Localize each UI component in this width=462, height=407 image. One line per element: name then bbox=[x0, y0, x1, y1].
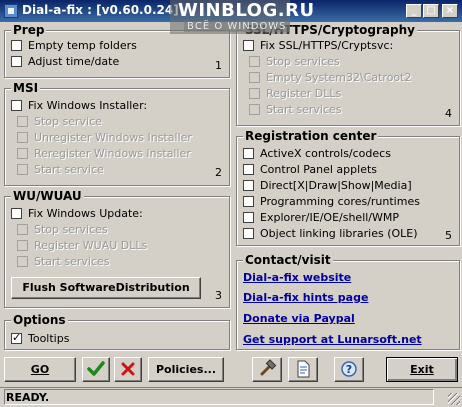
wu-register-dlls-option[interactable]: Register WUAU DLLs bbox=[17, 239, 147, 252]
log-button[interactable] bbox=[288, 357, 318, 382]
status-bar: READY. bbox=[0, 387, 462, 407]
msi-start-service-option[interactable]: Start service bbox=[17, 163, 104, 176]
ssl-group: SSL/HTTPS/Cryptography Fix SSL/HTTPS/Cry… bbox=[236, 23, 460, 126]
checkbox[interactable] bbox=[11, 40, 22, 51]
tools-button[interactable] bbox=[252, 357, 282, 382]
uncheck-all-button[interactable] bbox=[114, 357, 142, 382]
wu-title: WU/WUAU bbox=[11, 189, 84, 203]
ssl-empty-catroot2-option[interactable]: Empty System32\Catroot2 bbox=[249, 71, 411, 84]
support-link[interactable]: Get support at Lunarsoft.net bbox=[243, 333, 422, 346]
checkbox[interactable] bbox=[249, 88, 260, 99]
check-all-button[interactable] bbox=[82, 357, 110, 382]
fix-windows-update-option[interactable]: Fix Windows Update: bbox=[11, 207, 143, 220]
checkbox[interactable] bbox=[11, 208, 22, 219]
donate-paypal-link[interactable]: Donate via Paypal bbox=[243, 312, 355, 325]
checkbox[interactable] bbox=[249, 104, 260, 115]
exit-button[interactable]: Exit bbox=[386, 357, 458, 382]
hammer-icon bbox=[260, 359, 277, 376]
explorer-ie-option[interactable]: Explorer/IE/OE/shell/WMP bbox=[243, 211, 399, 224]
wu-group: WU/WUAU Fix Windows Update: Stop service… bbox=[4, 189, 230, 308]
checkbox[interactable] bbox=[243, 148, 254, 159]
tooltips-option[interactable]: Tooltips bbox=[11, 331, 69, 345]
status-text: READY. bbox=[6, 391, 50, 404]
msi-unregister-option[interactable]: Unregister Windows Installer bbox=[17, 131, 192, 144]
watermark-subtitle: ВСЁ О WINDOWS bbox=[184, 21, 290, 32]
empty-temp-folders-option[interactable]: Empty temp folders bbox=[11, 39, 137, 52]
title-bar[interactable]: Dial-a-fix : [v0.60.0.24] WINBLOG.RU ВСЁ… bbox=[0, 0, 462, 34]
flush-softwaredistribution-button[interactable]: Flush SoftwareDistribution bbox=[11, 277, 201, 299]
svg-text:?: ? bbox=[346, 363, 352, 376]
checkbox[interactable] bbox=[11, 100, 22, 111]
ole-option[interactable]: Object linking libraries (OLE) bbox=[243, 227, 418, 240]
ssl-start-services-option[interactable]: Start services bbox=[249, 103, 342, 116]
msi-group: MSI Fix Windows Installer: Stop service … bbox=[4, 81, 230, 186]
document-icon bbox=[297, 360, 310, 378]
help-icon: ? bbox=[341, 361, 357, 377]
checkbox[interactable] bbox=[243, 40, 254, 51]
help-button[interactable]: ? bbox=[334, 357, 364, 382]
checkbox[interactable] bbox=[243, 196, 254, 207]
contact-title: Contact/visit bbox=[243, 253, 333, 267]
website-link[interactable]: Dial-a-fix website bbox=[243, 271, 351, 284]
msi-number: 2 bbox=[215, 166, 222, 179]
maximize-button[interactable]: □ bbox=[423, 4, 439, 18]
directx-option[interactable]: Direct[X|Draw|Show|Media] bbox=[243, 179, 412, 192]
fix-windows-installer-option[interactable]: Fix Windows Installer: bbox=[11, 99, 147, 112]
resize-grip-icon[interactable] bbox=[448, 393, 460, 405]
checkbox[interactable] bbox=[17, 148, 28, 159]
x-mark-icon bbox=[121, 362, 135, 376]
checkbox[interactable] bbox=[243, 180, 254, 191]
ssl-register-dlls-option[interactable]: Register DLLs bbox=[249, 87, 341, 100]
wu-number: 3 bbox=[215, 289, 222, 302]
registration-title: Registration center bbox=[243, 129, 379, 143]
msi-reregister-option[interactable]: Reregister Windows Installer bbox=[17, 147, 191, 160]
checkbox[interactable] bbox=[17, 116, 28, 127]
hints-page-link[interactable]: Dial-a-fix hints page bbox=[243, 291, 368, 304]
window-title: Dial-a-fix : [v0.60.0.24] bbox=[22, 3, 179, 17]
policies-button[interactable]: Policies... bbox=[148, 357, 224, 382]
checkbox[interactable] bbox=[17, 240, 28, 251]
checkbox-checked[interactable] bbox=[11, 331, 22, 344]
programming-cores-option[interactable]: Programming cores/runtimes bbox=[243, 195, 420, 208]
msi-stop-service-option[interactable]: Stop service bbox=[17, 115, 102, 128]
go-button[interactable]: GO bbox=[4, 357, 76, 382]
adjust-time-date-option[interactable]: Adjust time/date bbox=[11, 55, 119, 68]
checkbox[interactable] bbox=[243, 212, 254, 223]
checkbox[interactable] bbox=[249, 56, 260, 67]
control-panel-option[interactable]: Control Panel applets bbox=[243, 163, 377, 176]
checkbox[interactable] bbox=[11, 56, 22, 67]
close-button[interactable]: × bbox=[442, 4, 458, 18]
contact-group: Contact/visit Dial-a-fix website Dial-a-… bbox=[236, 253, 460, 350]
ssl-number: 4 bbox=[445, 107, 452, 120]
registration-number: 5 bbox=[445, 229, 452, 242]
checkbox[interactable] bbox=[17, 256, 28, 267]
activex-option[interactable]: ActiveX controls/codecs bbox=[243, 147, 391, 160]
prep-number: 1 bbox=[215, 59, 222, 72]
wu-start-services-option[interactable]: Start services bbox=[17, 255, 110, 268]
checkbox[interactable] bbox=[17, 224, 28, 235]
wu-stop-services-option[interactable]: Stop services bbox=[17, 223, 108, 236]
registration-group: Registration center ActiveX controls/cod… bbox=[236, 129, 460, 246]
prep-group: Prep Empty temp folders Adjust time/date… bbox=[4, 23, 230, 78]
checkmark-icon bbox=[87, 361, 105, 376]
checkbox[interactable] bbox=[243, 228, 254, 239]
minimize-button[interactable]: _ bbox=[406, 4, 422, 18]
ssl-stop-services-option[interactable]: Stop services bbox=[249, 55, 340, 68]
checkbox[interactable] bbox=[243, 164, 254, 175]
options-group: Options Tooltips bbox=[4, 313, 230, 350]
watermark-logo: WINBLOG.RU bbox=[178, 0, 315, 21]
options-title: Options bbox=[11, 313, 68, 327]
status-cell bbox=[4, 389, 434, 405]
checkbox[interactable] bbox=[249, 72, 260, 83]
prep-title: Prep bbox=[11, 23, 47, 37]
msi-title: MSI bbox=[11, 81, 41, 95]
checkbox[interactable] bbox=[17, 132, 28, 143]
fix-ssl-option[interactable]: Fix SSL/HTTPS/Cryptsvc: bbox=[243, 39, 393, 52]
checkbox[interactable] bbox=[17, 164, 28, 175]
app-icon bbox=[4, 4, 18, 18]
